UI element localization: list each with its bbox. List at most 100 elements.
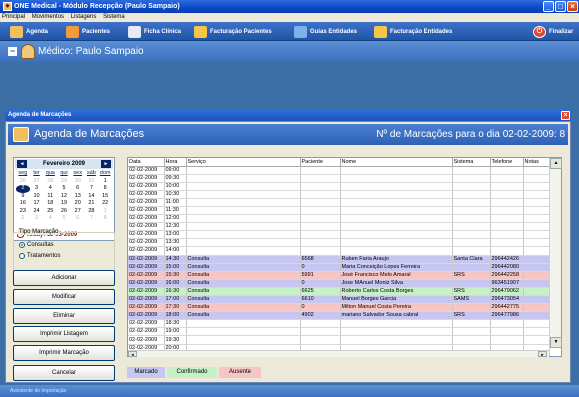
prev-month-button[interactable]: ◄: [17, 160, 27, 168]
minimize-icon[interactable]: _: [543, 1, 554, 12]
scroll-up-icon[interactable]: ▲: [550, 158, 562, 169]
menu-sistema[interactable]: Sistema: [103, 14, 125, 20]
calendar-day[interactable]: 19: [57, 200, 71, 208]
table-row[interactable]: 02-02-2009 10:00: [128, 182, 550, 191]
calendar-day[interactable]: 2: [16, 215, 30, 223]
calendar-day[interactable]: 9: [16, 193, 30, 201]
column-header[interactable]: Serviço: [186, 158, 301, 167]
calendar-day[interactable]: 8: [98, 215, 112, 223]
table-row[interactable]: 02-02-2009 17:30 Consulta 0 Milton Manuel Co…: [128, 303, 550, 313]
table-row[interactable]: 02-02-2009 11:30: [128, 206, 550, 216]
calendar-day[interactable]: 31: [85, 178, 99, 186]
table-row[interactable]: 02-02-2009 11:00: [128, 198, 550, 207]
calendar-day[interactable]: 27: [71, 208, 85, 216]
calendar-day[interactable]: 25: [43, 208, 57, 216]
calendar-day[interactable]: 12: [57, 193, 71, 201]
calendar-day[interactable]: 15: [98, 193, 112, 201]
table-row[interactable]: 02-02-2009 12:00: [128, 214, 550, 224]
table-row[interactable]: 02-02-2009 17:00 Consulta 6610 Manuel Borges…: [128, 295, 550, 305]
toolbar-guias-entidades-button[interactable]: Guias Entidades: [294, 25, 357, 39]
table-row[interactable]: 02-02-2009 16:00 Consulta 0 Jose MAnuel Moni…: [128, 279, 550, 288]
calendar-day[interactable]: 11: [43, 193, 57, 201]
toolbar-facturacao-entidades-button[interactable]: Facturação Entidades: [374, 25, 452, 39]
toolbar-pacientes-button[interactable]: Pacientes: [66, 25, 110, 39]
calendar-day[interactable]: 8: [98, 185, 112, 193]
table-row[interactable]: 02-02-2009 19:00: [128, 327, 550, 337]
table-row[interactable]: 02-02-2009 18:00 Consulta 4902 mariano Salva…: [128, 311, 550, 321]
table-row[interactable]: 02-02-2009 18:30: [128, 319, 550, 329]
calendar-day[interactable]: 7: [85, 185, 99, 193]
dialog-close-icon[interactable]: ×: [561, 111, 570, 120]
toolbar-ficha-clinica-button[interactable]: Ficha Clínica: [128, 25, 181, 39]
cancelar-button[interactable]: Cancelar: [13, 365, 115, 381]
column-header[interactable]: Hora: [164, 158, 187, 167]
radio-consultas[interactable]: Consultas: [19, 242, 54, 249]
scroll-right-icon[interactable]: ►: [538, 351, 547, 357]
scroll-down-icon[interactable]: ▼: [550, 337, 562, 348]
toolbar-agenda-button[interactable]: Agenda: [10, 25, 48, 39]
column-header[interactable]: Paciente: [300, 158, 341, 167]
table-row[interactable]: 02-02-2009 09:00: [128, 166, 550, 175]
calendar-day[interactable]: 21: [85, 200, 99, 208]
calendar-day[interactable]: 16: [16, 200, 30, 208]
table-row[interactable]: 02-02-2009 16:30 Consulta 6625 Roberto Carlo…: [128, 287, 550, 297]
calendar-day[interactable]: 7: [85, 215, 99, 223]
calendar-day[interactable]: 10: [30, 193, 44, 201]
table-row[interactable]: 02-02-2009 10:30: [128, 190, 550, 199]
table-row[interactable]: 02-02-2009 14:30 Consulta 6568 Ruben Faria A…: [128, 255, 550, 264]
next-month-button[interactable]: ►: [101, 160, 111, 168]
collapse-icon[interactable]: −: [8, 47, 17, 56]
calendar-day[interactable]: 18: [43, 200, 57, 208]
radio-tratamentos[interactable]: Tratamentos: [19, 253, 60, 260]
table-row[interactable]: 02-02-2009 13:00: [128, 230, 550, 240]
calendar-day[interactable]: 26: [57, 208, 71, 216]
calendar-day[interactable]: 29: [57, 178, 71, 186]
calendar-day[interactable]: 13: [71, 193, 85, 201]
appointments-table[interactable]: Data Hora Serviço Paciente Nome Sistema Telefo…: [127, 157, 562, 357]
calendar-day[interactable]: 6: [71, 215, 85, 223]
column-header[interactable]: Notas: [523, 158, 550, 167]
calendar-day[interactable]: 1: [98, 208, 112, 216]
maximize-icon[interactable]: □: [555, 1, 566, 12]
calendar-day[interactable]: 20: [71, 200, 85, 208]
eliminar-button[interactable]: Eliminar: [13, 308, 115, 324]
toolbar-finalizar-button[interactable]: ⏻ Finalizar: [533, 25, 573, 39]
calendar-day[interactable]: 24: [30, 208, 44, 216]
calendar-day[interactable]: 22: [98, 200, 112, 208]
calendar-day[interactable]: 6: [71, 185, 85, 193]
calendar-day[interactable]: 3: [30, 215, 44, 223]
scroll-left-icon[interactable]: ◄: [128, 351, 137, 357]
close-icon[interactable]: ×: [567, 1, 578, 12]
table-row[interactable]: 02-02-2009 19:30: [128, 335, 550, 345]
calendar-day-selected[interactable]: 2: [16, 185, 30, 193]
calendar-day[interactable]: 4: [43, 215, 57, 223]
calendar-day[interactable]: 23: [16, 208, 30, 216]
column-header[interactable]: Data: [128, 158, 165, 167]
modificar-button[interactable]: Modificar: [13, 289, 115, 305]
toolbar-facturacao-pacientes-button[interactable]: Facturação Pacientes: [194, 25, 272, 39]
calendar-day[interactable]: 30: [71, 178, 85, 186]
calendar-day[interactable]: 27: [30, 178, 44, 186]
calendar-day[interactable]: 26: [16, 178, 30, 186]
vertical-scrollbar[interactable]: ▲ ▼: [549, 158, 562, 348]
column-header[interactable]: Sistema: [452, 158, 491, 167]
calendar-day[interactable]: 28: [85, 208, 99, 216]
table-row[interactable]: 02-02-2009 15:00 Consulta 0 Maria Conceição …: [128, 263, 550, 272]
column-header[interactable]: Nome: [340, 158, 453, 167]
calendar-day[interactable]: 14: [85, 193, 99, 201]
table-row[interactable]: 02-02-2009 12:30: [128, 222, 550, 232]
calendar-day[interactable]: 3: [30, 185, 44, 193]
calendar-day[interactable]: 5: [57, 215, 71, 223]
menu-listagens[interactable]: Listagens: [71, 14, 97, 20]
imprimir-listagem-button[interactable]: Imprimir Listagem: [13, 326, 115, 342]
calendar-day[interactable]: 5: [57, 185, 71, 193]
table-row[interactable]: 02-02-2009 14:00: [128, 246, 550, 256]
imprimir-marcacao-button[interactable]: Imprimir Marcação: [13, 345, 115, 361]
calendar-day[interactable]: 28: [43, 178, 57, 186]
calendar-day[interactable]: 4: [43, 185, 57, 193]
column-header[interactable]: Telefone: [490, 158, 524, 167]
menu-principal[interactable]: Principal: [2, 14, 25, 20]
calendar-day[interactable]: 17: [30, 200, 44, 208]
calendar-day[interactable]: 1: [98, 178, 112, 186]
table-row[interactable]: 02-02-2009 13:30: [128, 238, 550, 248]
